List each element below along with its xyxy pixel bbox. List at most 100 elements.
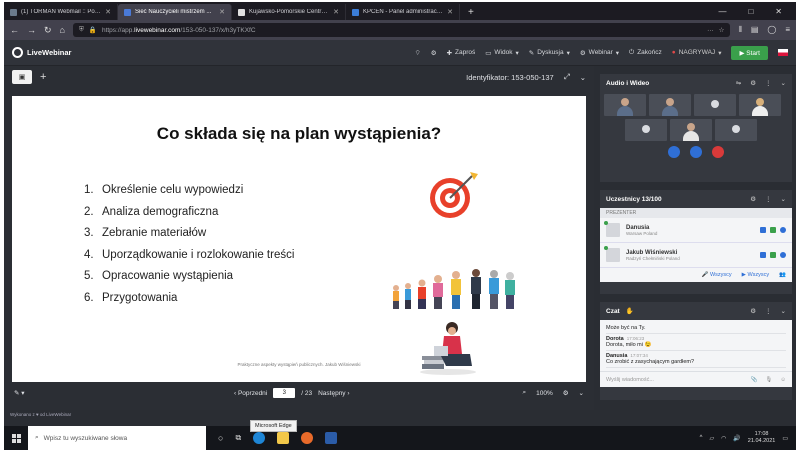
video-tile[interactable] — [715, 119, 757, 141]
add-tab-button[interactable]: + — [40, 71, 46, 83]
info-icon[interactable] — [780, 227, 786, 233]
close-icon[interactable]: ✕ — [105, 8, 111, 16]
video-tile[interactable] — [604, 94, 646, 116]
clock[interactable]: 17:08 21.04.2021 — [748, 431, 776, 445]
camera-icon[interactable] — [770, 227, 776, 233]
more-icon[interactable]: ⋮ — [765, 79, 772, 87]
menu-icon[interactable]: ≡ — [785, 25, 790, 35]
video-tile[interactable] — [739, 94, 781, 116]
task-view-icon[interactable]: ⧉ — [235, 433, 241, 443]
gear-icon[interactable]: ⚙ — [750, 79, 756, 87]
gear-icon[interactable]: ⚙ — [750, 195, 756, 203]
chevron-down-icon[interactable]: ⌄ — [579, 389, 584, 397]
back-icon[interactable]: ← — [10, 25, 19, 35]
close-icon[interactable]: ✕ — [219, 8, 225, 16]
participant-row[interactable]: Danusia Warsaw Poland — [600, 218, 792, 243]
camera-toggle-icon[interactable] — [668, 146, 680, 158]
tab-label: Kujawsko-Pomorskie Centrum ... — [249, 9, 330, 15]
library-icon[interactable]: ⫴ — [738, 25, 741, 35]
video-tile[interactable] — [670, 119, 712, 141]
maximize-button[interactable]: □ — [748, 7, 753, 16]
window-controls: — □ ✕ — [718, 2, 796, 20]
volume-icon[interactable]: 🔊 — [733, 435, 740, 442]
camera-all-button[interactable]: ▶ Wszyscy — [742, 272, 769, 278]
more-icon[interactable]: ⋮ — [765, 307, 772, 315]
chevron-down-icon[interactable]: ⌄ — [580, 73, 586, 82]
account-icon[interactable]: ◯ — [767, 25, 776, 35]
close-window-button[interactable]: ✕ — [775, 7, 782, 16]
zoom-icon[interactable]: ⌕ — [522, 389, 526, 397]
home-icon[interactable]: ⌂ — [60, 25, 65, 35]
browser-tab[interactable]: Kujawsko-Pomorskie Centrum ... ✕ — [232, 4, 346, 20]
mic-icon[interactable]: 🎙 — [765, 377, 772, 383]
browser-tab[interactable]: (1) TORMAN Webmail :: Polic... ✕ — [4, 4, 118, 20]
chevron-down-icon[interactable]: ⌄ — [781, 79, 786, 87]
taskbar-tooltip: Microsoft Edge — [250, 420, 297, 432]
wifi-icon[interactable]: ◠ — [721, 435, 726, 442]
invite-button[interactable]: ✚ Zaproś — [447, 49, 476, 57]
video-tile[interactable] — [649, 94, 691, 116]
zoom-level[interactable]: 100% — [536, 390, 553, 397]
video-tile[interactable] — [694, 94, 736, 116]
page-actions-button[interactable]: ··· — [707, 27, 714, 34]
layout-icon[interactable]: ⇋ — [736, 79, 741, 87]
expand-icon[interactable]: ⤢ — [564, 72, 570, 82]
mute-all-button[interactable]: 🎤 Wszyscy — [702, 272, 732, 278]
word-icon[interactable] — [325, 432, 338, 444]
firefox-icon[interactable] — [301, 432, 314, 444]
shield-icon[interactable]: ⛨ — [79, 26, 84, 34]
settings-gear-icon[interactable]: ⚙ — [563, 389, 569, 397]
chat-input[interactable]: Wyślij wiadomość... 📎 🎙 ☺ — [600, 371, 792, 387]
view-menu[interactable]: ▭ Widok ▾ — [485, 49, 518, 57]
mic-icon[interactable] — [760, 227, 766, 233]
chevron-down-icon[interactable]: ⌄ — [781, 195, 786, 203]
attach-icon[interactable]: 📎 — [751, 377, 758, 383]
reload-icon[interactable]: ↻ — [44, 25, 52, 36]
page-number-input[interactable]: 3 — [273, 388, 296, 398]
bookmark-star-icon[interactable]: ☆ — [719, 26, 725, 34]
participant-row[interactable]: Jakub Wiśniewski Radzyń Chełmiński Poland — [600, 243, 792, 268]
cortana-icon[interactable]: ○ — [218, 433, 223, 443]
discussion-menu[interactable]: ✎ Dyskusja ▾ — [529, 49, 570, 57]
wifi-icon[interactable]: ⌔ — [415, 48, 421, 57]
forward-icon[interactable]: → — [27, 25, 36, 35]
info-icon[interactable] — [780, 252, 786, 258]
hangup-icon[interactable] — [712, 146, 724, 158]
start-menu-button[interactable] — [4, 426, 28, 450]
emoji-icon[interactable]: ☺ — [780, 377, 786, 383]
microphone-toggle-icon[interactable] — [690, 146, 702, 158]
webinar-menu[interactable]: ⚙ Webinar ▾ — [580, 49, 619, 57]
mic-icon[interactable] — [760, 252, 766, 258]
language-flag-icon[interactable] — [778, 49, 788, 56]
emoji-icon[interactable]: ✋ — [626, 307, 634, 315]
edge-icon[interactable] — [253, 432, 266, 444]
address-bar[interactable]: ⛨ 🔒 https://app.livewebinar.com/153-050-… — [72, 23, 731, 37]
minimize-button[interactable]: — — [718, 7, 726, 16]
browser-tab-active[interactable]: Sieć Nauczycieli mistrzem ... ✕ — [118, 4, 232, 20]
next-page-button[interactable]: Następny › — [318, 390, 349, 397]
record-button[interactable]: ● NAGRYWAJ ▾ — [672, 49, 722, 57]
pen-icon[interactable]: ✎ ▾ — [14, 389, 25, 397]
gear-icon[interactable]: ⚙ — [750, 307, 756, 315]
chevron-up-icon[interactable]: ^ — [700, 435, 703, 441]
lock-icon[interactable]: 🔒 — [89, 26, 97, 34]
notifications-icon[interactable]: ▭ — [782, 435, 788, 442]
camera-icon[interactable] — [770, 252, 776, 258]
previous-page-button[interactable]: ‹ Poprzedni — [234, 390, 267, 397]
add-user-icon[interactable]: 👥 — [779, 272, 786, 278]
close-webinar-button[interactable]: ⏻ Zakończ — [629, 49, 662, 57]
file-explorer-icon[interactable] — [277, 432, 290, 444]
close-icon[interactable]: ✕ — [447, 8, 453, 16]
start-button[interactable]: ▶ Start — [731, 45, 768, 60]
chevron-down-icon[interactable]: ⌄ — [781, 307, 786, 315]
more-icon[interactable]: ⋮ — [765, 195, 772, 203]
video-tile[interactable] — [625, 119, 667, 141]
browser-tab[interactable]: KPCEN - Panel administracyjny ✕ — [346, 4, 460, 20]
new-tab-button[interactable]: + — [460, 4, 482, 20]
reader-view-icon[interactable]: ▤ — [751, 25, 759, 35]
network-icon[interactable]: ▱ — [709, 435, 714, 442]
close-icon[interactable]: ✕ — [333, 8, 339, 16]
settings-gear-icon[interactable]: ⚙ — [431, 49, 437, 57]
presentation-tab[interactable]: ▣ — [12, 70, 32, 84]
taskbar-search[interactable]: ⌕ Wpisz tu wyszukiwane słowa — [28, 426, 206, 450]
